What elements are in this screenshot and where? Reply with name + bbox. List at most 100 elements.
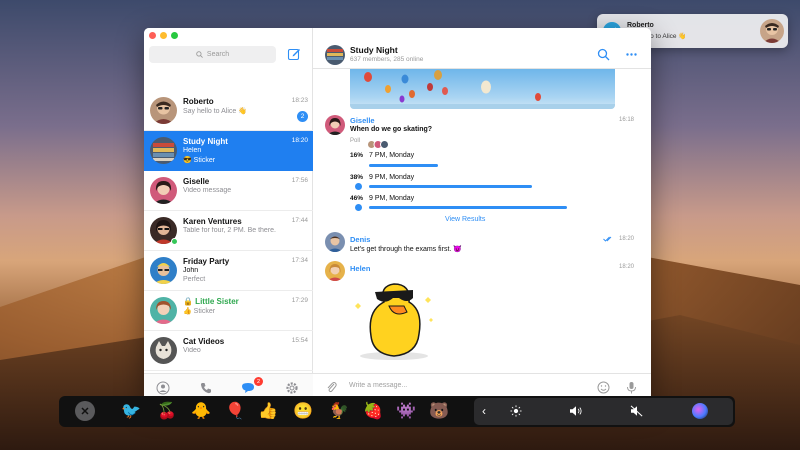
chat-list-sidebar: Search Roberto Say hello to Alice 👋 18:2… (144, 28, 313, 401)
poll-option-3-text: 9 PM, Monday (369, 195, 415, 202)
group-avatar[interactable] (325, 45, 345, 65)
sticker-chicken-icon[interactable]: 🐓 (327, 399, 351, 423)
poll-option-1-bar (369, 164, 438, 167)
poll-check-icon (355, 204, 362, 211)
avatar (150, 337, 177, 364)
chat-preview: Perfect (183, 276, 206, 283)
chat-item-giselle[interactable]: Giselle Video message 17:56 (144, 171, 313, 211)
emoji-icon[interactable] (597, 381, 610, 394)
message-sender: Denis (350, 235, 371, 244)
chats-badge: 2 (254, 377, 263, 386)
sticker-bird-icon[interactable]: 🐦 (119, 399, 143, 423)
brightness-icon[interactable] (508, 403, 524, 419)
chat-preview: Video message (183, 187, 232, 194)
search-input[interactable]: Search (149, 46, 276, 63)
chat-item-karen-ventures[interactable]: Karen Ventures Table for four, 2 PM. Be … (144, 211, 313, 251)
chat-name-secret: 🔒 Little Sister (183, 297, 239, 306)
control-strip: ‹ (474, 398, 733, 425)
chat-preview-sender: Helen (183, 147, 202, 154)
window-titlebar (144, 28, 651, 42)
view-results-link[interactable]: View Results (445, 216, 485, 223)
chat-subtitle: 637 members, 285 online (350, 56, 424, 63)
avatar (150, 257, 177, 284)
search-placeholder: Search (206, 51, 230, 58)
poll-check-icon (355, 183, 362, 190)
mute-icon[interactable] (629, 403, 645, 419)
close-window-button[interactable] (149, 32, 156, 39)
sticker-balloon-icon[interactable]: 🎈 (223, 399, 247, 423)
chat-item-roberto[interactable]: Roberto Say hello to Alice 👋 18:23 2 (144, 91, 313, 131)
chat-item-study-night[interactable]: Study Night Helen 😎 Sticker 18:20 (144, 131, 313, 171)
online-indicator (171, 238, 178, 245)
message-time: 18:20 (619, 264, 635, 270)
search-icon[interactable] (597, 48, 610, 61)
avatar (150, 97, 177, 124)
chat-name: Cat Videos (183, 337, 225, 346)
chats-icon[interactable] (241, 381, 255, 395)
chat-time: 15:54 (291, 337, 308, 344)
volume-icon[interactable] (568, 403, 584, 419)
avatar (150, 297, 177, 324)
attach-icon[interactable] (325, 381, 338, 394)
close-icon[interactable]: ✕ (75, 401, 95, 421)
poll-option-2-bar (369, 185, 532, 188)
read-check-icon (603, 236, 612, 242)
chat-name: Roberto (183, 97, 214, 106)
notification-avatar (760, 19, 784, 43)
balloon (364, 72, 372, 82)
chat-preview-sender: John (183, 267, 199, 274)
chat-preview: Video (183, 347, 201, 354)
contacts-icon[interactable] (156, 381, 170, 395)
message-sender: Helen (350, 264, 371, 273)
sticker-cherry-icon[interactable]: 🍒 (155, 399, 179, 423)
poll-label: Poll (350, 138, 361, 144)
more-icon[interactable] (625, 48, 638, 61)
poll-option-2-text: 9 PM, Monday (369, 174, 415, 181)
settings-icon[interactable] (285, 381, 299, 395)
sticker-face-icon[interactable]: 😬 (291, 399, 315, 423)
chat-time: 17:29 (291, 297, 308, 304)
chat-time: 18:20 (291, 137, 308, 144)
chat-main-panel: Study Night 637 members, 285 online Gise… (313, 28, 651, 401)
avatar-denis[interactable] (325, 232, 345, 252)
chevron-left-icon[interactable]: ‹ (476, 403, 492, 419)
poll-question: When do we go skating? (350, 126, 433, 133)
search-icon (196, 51, 203, 58)
poll-voter-avatars (367, 136, 391, 149)
duck-sticker[interactable] (349, 276, 439, 362)
avatar-helen[interactable] (325, 261, 345, 281)
sticker-monster-icon[interactable]: 👾 (394, 399, 418, 423)
poll-option-2-percent: 38% (350, 174, 364, 181)
avatar-giselle[interactable] (325, 115, 345, 135)
microphone-icon[interactable] (625, 381, 638, 394)
message-input[interactable]: Write a message... (349, 382, 407, 389)
message-time: 18:20 (619, 236, 635, 242)
chat-name: Study Night (183, 137, 228, 146)
chat-item-friday-party[interactable]: Friday Party John Perfect 17:34 (144, 251, 313, 291)
sticker-duck-icon[interactable]: 🐥 (189, 399, 213, 423)
sticker-bear-icon[interactable]: 🐻 (427, 399, 451, 423)
chat-preview: 😎 Sticker (183, 157, 216, 164)
poll-option-1-percent: 16% (350, 152, 364, 159)
photo-message[interactable] (350, 69, 615, 109)
siri-icon[interactable] (692, 403, 708, 419)
minimize-window-button[interactable] (160, 32, 167, 39)
calls-icon[interactable] (199, 381, 213, 395)
poll-option-3-percent: 46% (350, 195, 364, 202)
compose-icon[interactable] (287, 47, 301, 61)
chat-name: Karen Ventures (183, 217, 242, 226)
telegram-window: Search Roberto Say hello to Alice 👋 18:2… (144, 28, 651, 401)
touch-bar: ✕ 🐦 🍒 🐥 🎈 👍 😬 🐓 🍓 👾 🐻 ‹ (59, 396, 735, 427)
chat-time: 17:56 (291, 177, 308, 184)
chat-row-clip (144, 371, 313, 373)
zoom-window-button[interactable] (171, 32, 178, 39)
chat-time: 17:34 (291, 257, 308, 264)
chat-item-little-sister[interactable]: 🔒 Little Sister 👍 Sticker 17:29 (144, 291, 313, 331)
sticker-strawberry-icon[interactable]: 🍓 (361, 399, 385, 423)
message-text: Let's get through the exams first. 😈 (350, 246, 462, 253)
sticker-thumbs-up-icon[interactable]: 👍 (256, 399, 280, 423)
chat-item-cat-videos[interactable]: Cat Videos Video 15:54 (144, 331, 313, 371)
chat-time: 18:23 (291, 97, 308, 104)
chat-preview: Say hello to Alice 👋 (183, 108, 247, 115)
chat-preview: Table for four, 2 PM. Be there. (183, 227, 276, 234)
